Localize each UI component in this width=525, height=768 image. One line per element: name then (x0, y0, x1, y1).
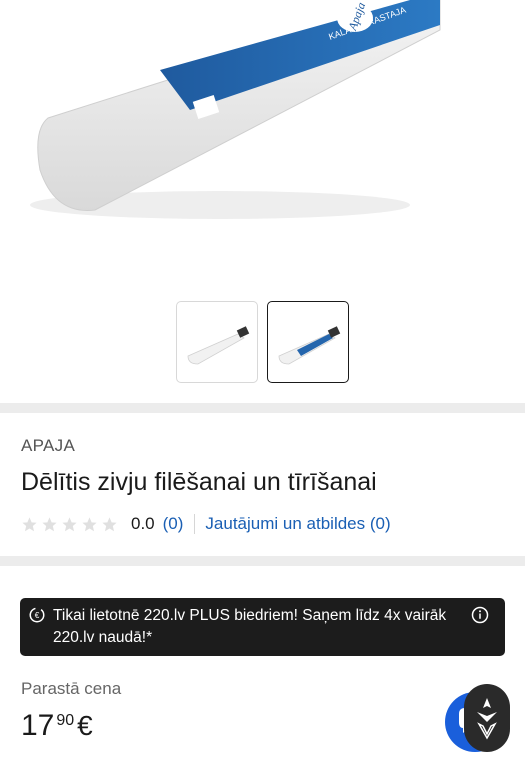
product-price: 17 90 € (21, 708, 93, 744)
star-icon (82, 516, 97, 531)
product-brand[interactable]: APAJA (21, 436, 75, 456)
star-icon (42, 516, 57, 531)
thumbnail-2[interactable] (267, 301, 349, 383)
rating-value: 0.0 (131, 514, 155, 533)
section-separator (0, 556, 525, 566)
app-assistant-badge[interactable] (464, 684, 510, 752)
thumbnail-strip (176, 301, 349, 383)
cashback-icon: € (29, 607, 45, 623)
star-icon (102, 516, 117, 531)
questions-answers-link[interactable]: Jautājumi un atbildes (0) (205, 514, 390, 534)
price-decimal: 90 (56, 712, 75, 729)
price-integer: 17 (21, 709, 55, 742)
section-separator (0, 403, 525, 413)
info-icon[interactable] (471, 606, 489, 624)
star-icon (62, 516, 77, 531)
divider (194, 514, 196, 534)
thumbnail-1[interactable] (176, 301, 258, 383)
rating-row: 0.0 (0) Jautājumi un atbildes (0) (21, 512, 391, 536)
product-main-image[interactable]: KALAKERRASTAJA Apaja (0, 0, 525, 285)
price-label: Parastā cena (21, 679, 122, 698)
product-gallery: KALAKERRASTAJA Apaja (0, 0, 525, 400)
promo-text: Tikai lietotnē 220.lv PLUS biedriem! Saņ… (53, 607, 447, 646)
rating-count-link[interactable]: (0) (163, 514, 184, 534)
rating-stars[interactable] (21, 516, 118, 533)
star-icon (22, 516, 37, 531)
svg-text:€: € (35, 611, 40, 620)
plus-promo-banner[interactable]: € Tikai lietotnē 220.lv PLUS biedriem! S… (20, 598, 505, 656)
assistant-logo-icon (477, 698, 497, 740)
price-currency: € (77, 710, 93, 741)
product-title: Dēlītis zivju filēšanai un tīrīšanai (21, 468, 377, 496)
